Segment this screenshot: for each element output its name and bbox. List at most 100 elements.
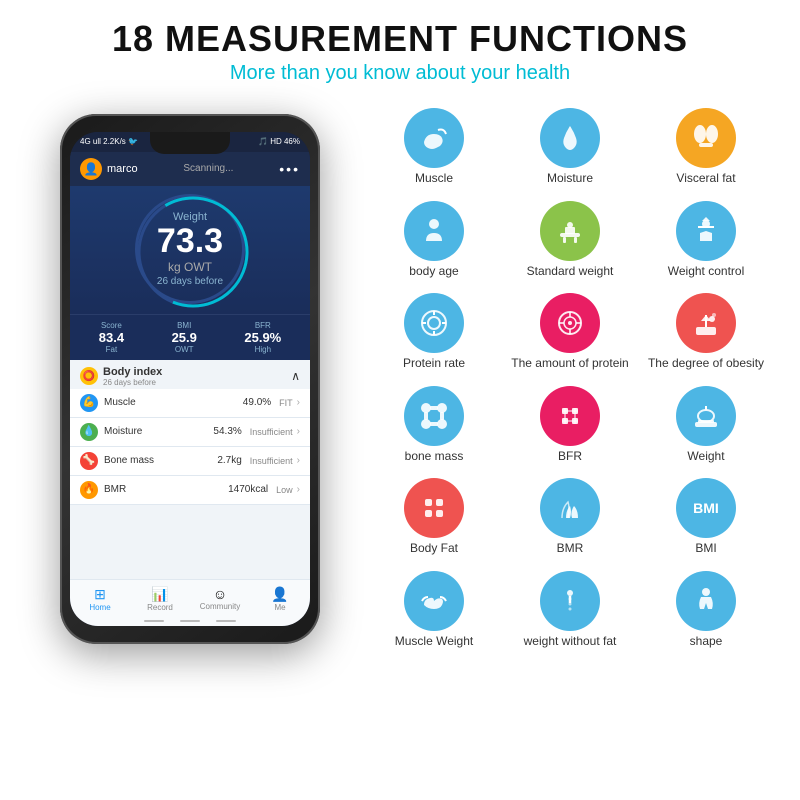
moisture-icon: 💧 xyxy=(80,423,98,441)
bonemass-svg xyxy=(416,398,452,434)
icons-section: Muscle Moisture Viscer xyxy=(360,103,780,655)
bmr-icon: 🔥 xyxy=(80,481,98,499)
icon-label-bmr: BMR xyxy=(557,541,584,557)
chevron-right-icon2: › xyxy=(297,426,300,437)
metric-name-muscle: Muscle xyxy=(104,397,243,408)
metric-name-bmr: BMR xyxy=(104,484,228,495)
status-left: 4G ull 2.2K/s 🐦 xyxy=(80,137,138,146)
icon-label-shape: shape xyxy=(690,634,723,650)
muscle-svg xyxy=(416,120,452,156)
indicator-line xyxy=(144,620,164,622)
icon-muscle-weight: Muscle Weight xyxy=(370,566,498,655)
icon-body-fat: Body Fat xyxy=(370,473,498,562)
icon-shape: shape xyxy=(642,566,770,655)
record-icon: 📊 xyxy=(130,586,190,603)
icon-label-muscleweight: Muscle Weight xyxy=(395,634,473,650)
page: 18 MEASUREMENT FUNCTIONS More than you k… xyxy=(0,0,800,800)
icon-label-withoutfat: weight without fat xyxy=(524,634,617,650)
indicator-line2 xyxy=(180,620,200,622)
shape-svg xyxy=(688,583,724,619)
icon-label-bmi: BMI xyxy=(695,541,716,557)
app-content: 👤 marco Scanning... ••• xyxy=(70,152,310,626)
icon-label-bodyfat: Body Fat xyxy=(410,541,458,557)
visceral-svg xyxy=(688,120,724,156)
icon-bfr: BFR xyxy=(506,381,634,470)
metric-row-bone[interactable]: 🦴 Bone mass 2.7kg Insufficient › xyxy=(70,447,310,476)
metric-row-bmr[interactable]: 🔥 BMR 1470kcal Low › xyxy=(70,476,310,505)
icon-visceral-fat: Visceral fat xyxy=(642,103,770,192)
icon-bone-mass: bone mass xyxy=(370,381,498,470)
icon-moisture: Moisture xyxy=(506,103,634,192)
phone-frame: 4G ull 2.2K/s 🐦 21:02 🎵 HD 46% 👤 marco xyxy=(60,114,320,644)
icon-weight-control: Weight control xyxy=(642,196,770,285)
chevron-right-icon3: › xyxy=(297,455,300,466)
indicator-line3 xyxy=(216,620,236,622)
nav-home[interactable]: ⊞ Home xyxy=(70,586,130,612)
icon-label-bodyage: body age xyxy=(409,264,458,280)
icon-label-stdweight: Standard weight xyxy=(527,264,614,280)
withoutfat-svg xyxy=(552,583,588,619)
bmr-svg xyxy=(552,490,588,526)
metric-status-bmr: Low xyxy=(276,485,293,495)
nav-record[interactable]: 📊 Record xyxy=(130,586,190,612)
metric-status-moisture: Insufficient xyxy=(250,427,293,437)
scanning-text: Scanning... xyxy=(183,163,233,174)
app-header: 👤 marco Scanning... ••• xyxy=(70,152,310,186)
icon-label-weightctrl: Weight control xyxy=(668,264,744,280)
weightctrl-svg xyxy=(688,213,724,249)
proteinrate-svg xyxy=(416,305,452,341)
stat-bfr: BFR 25.9% High xyxy=(244,321,281,354)
metric-value-muscle: 49.0% xyxy=(243,397,271,408)
icon-label-bfr: BFR xyxy=(558,449,582,465)
stat-score: Score 83.4 Fat xyxy=(99,321,124,354)
icon-amount-protein: The amount of protein xyxy=(506,288,634,377)
svg-text:BMI: BMI xyxy=(693,500,719,516)
status-right: 🎵 HD 46% xyxy=(258,137,300,146)
app-user: 👤 marco xyxy=(80,158,138,180)
home-indicator xyxy=(70,616,310,626)
icon-label-weight: Weight xyxy=(687,449,724,465)
obesity-svg xyxy=(688,305,724,341)
header: 18 MEASUREMENT FUNCTIONS More than you k… xyxy=(0,0,800,93)
icon-label-obesity: The degree of obesity xyxy=(648,356,764,372)
nav-me[interactable]: 👤 Me xyxy=(250,586,310,612)
metric-value-bone: 2.7kg xyxy=(217,455,241,466)
metric-status-muscle: FIT xyxy=(279,398,293,408)
nav-community[interactable]: ☺ Community xyxy=(190,586,250,612)
icon-bmi: BMI BMI xyxy=(642,473,770,562)
bone-icon: 🦴 xyxy=(80,452,98,470)
muscle-icon: 💪 xyxy=(80,394,98,412)
metric-row-moisture[interactable]: 💧 Moisture 54.3% Insufficient › xyxy=(70,418,310,447)
metric-name-bone: Bone mass xyxy=(104,455,217,466)
icon-muscle: Muscle xyxy=(370,103,498,192)
icon-degree-obesity: The degree of obesity xyxy=(642,288,770,377)
bottom-nav: ⊞ Home 📊 Record ☺ Community xyxy=(70,579,310,616)
metric-value-bmr: 1470kcal xyxy=(228,484,268,495)
icon-label-amtprotein: The amount of protein xyxy=(511,356,628,372)
app-dots[interactable]: ••• xyxy=(279,161,300,177)
icon-label-visceral: Visceral fat xyxy=(676,171,735,187)
amtprotein-svg xyxy=(552,305,588,341)
metric-row-muscle[interactable]: 💪 Muscle 49.0% FIT › xyxy=(70,389,310,418)
community-icon: ☺ xyxy=(190,586,250,602)
icon-label-proteinrate: Protein rate xyxy=(403,356,465,372)
body-index-title: Body index xyxy=(103,366,162,378)
bodyage-svg xyxy=(416,213,452,249)
icon-protein-rate: Protein rate xyxy=(370,288,498,377)
bfr-svg xyxy=(552,398,588,434)
weight-area: Weight 73.3 kg OWT 26 days before xyxy=(70,186,310,314)
stdweight-svg xyxy=(552,213,588,249)
muscleweight-svg xyxy=(416,583,452,619)
chevron-up-icon: ∧ xyxy=(291,369,300,383)
page-subtitle: More than you know about your health xyxy=(20,62,780,85)
user-name: marco xyxy=(107,163,138,175)
icon-weight-without-fat: weight without fat xyxy=(506,566,634,655)
icon-label-moisture: Moisture xyxy=(547,171,593,187)
body-index-section: ⭕ Body index 26 days before ∧ xyxy=(70,360,310,579)
moisture-svg xyxy=(552,120,588,156)
icon-body-age: body age xyxy=(370,196,498,285)
phone-wrapper: 4G ull 2.2K/s 🐦 21:02 🎵 HD 46% 👤 marco xyxy=(60,114,320,644)
body-index-date: 26 days before xyxy=(103,378,162,387)
avatar: 👤 xyxy=(80,158,102,180)
stats-row: Score 83.4 Fat BMI 25.9 OWT xyxy=(70,314,310,360)
